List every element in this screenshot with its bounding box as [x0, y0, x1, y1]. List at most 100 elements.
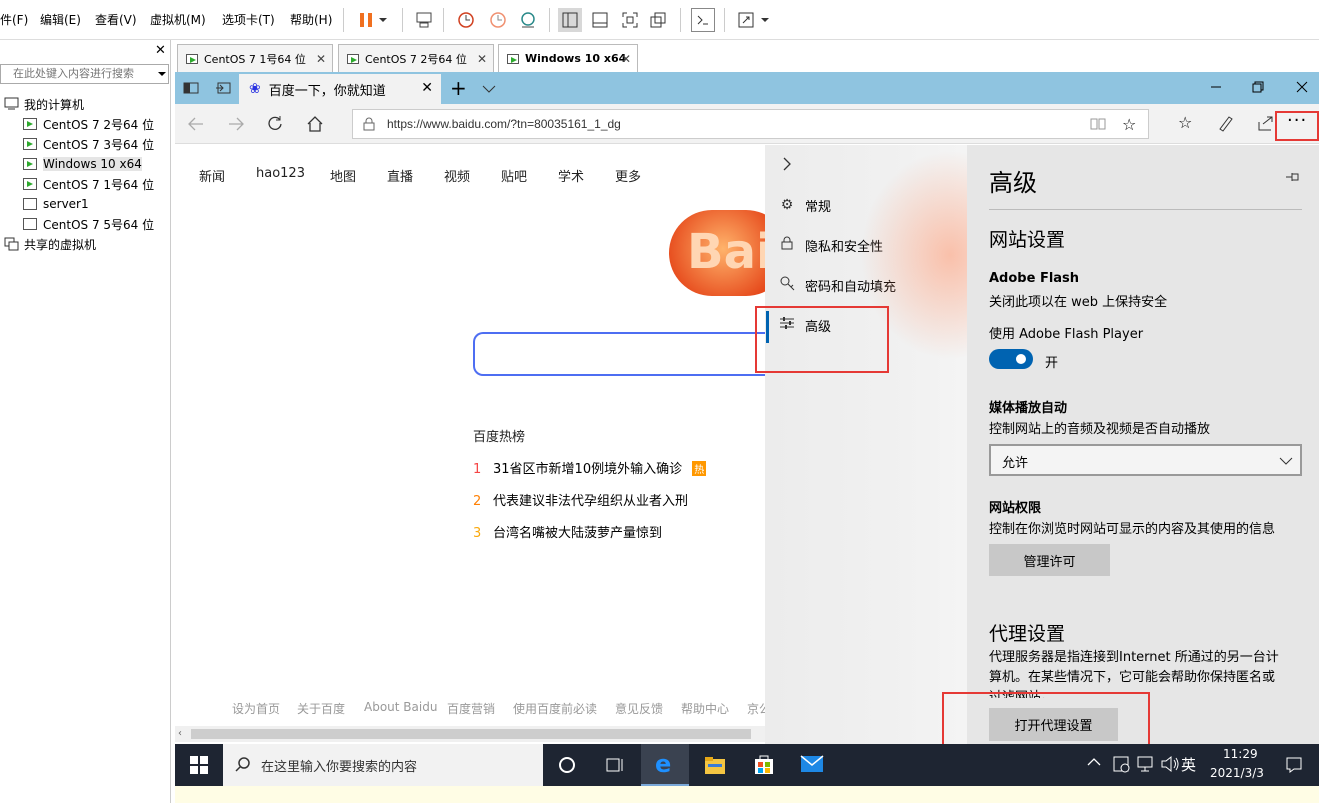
close-icon[interactable]: ✕: [621, 52, 631, 66]
mail-icon[interactable]: [800, 755, 824, 776]
footer-link[interactable]: 关于百度: [297, 700, 345, 717]
clock-time[interactable]: 11:29: [1223, 747, 1258, 761]
new-tab-icon[interactable]: +: [450, 76, 467, 100]
footer-link[interactable]: 意见反馈: [615, 700, 663, 717]
footer-link[interactable]: 设为首页: [232, 700, 280, 717]
flash-toggle[interactable]: [989, 349, 1033, 369]
back-icon[interactable]: [187, 116, 205, 135]
menu-vm[interactable]: 虚拟机(M): [150, 11, 206, 28]
chevron-down-icon[interactable]: [376, 8, 390, 32]
tab-vm[interactable]: CentOS 7 1号64 位 ✕: [177, 44, 333, 72]
library-search-input[interactable]: [13, 67, 153, 81]
snapshot-manager-icon[interactable]: [516, 8, 540, 32]
tab-baidu[interactable]: ❀ 百度一下，你就知道 ✕: [239, 74, 441, 104]
pause-icon[interactable]: [354, 8, 378, 32]
manage-permissions-button[interactable]: 管理许可: [989, 544, 1110, 576]
console-icon[interactable]: [691, 8, 715, 32]
snapshot-icon[interactable]: [454, 8, 478, 32]
menu-tabs[interactable]: 选项卡(T): [222, 11, 275, 28]
favorites-icon[interactable]: ☆: [1178, 113, 1192, 132]
baidu-search-input[interactable]: [473, 332, 793, 376]
menu-view[interactable]: 查看(V): [95, 11, 137, 28]
stretch-icon[interactable]: [734, 8, 758, 32]
fullscreen-icon[interactable]: [618, 8, 642, 32]
forward-icon[interactable]: [227, 116, 245, 135]
footer-link[interactable]: 百度营销: [447, 700, 495, 717]
send-keys-icon[interactable]: [412, 8, 436, 32]
tab-vm[interactable]: CentOS 7 2号64 位 ✕: [338, 44, 494, 72]
unity-icon[interactable]: [646, 8, 670, 32]
taskbar-search[interactable]: 在这里输入你要搜索的内容: [223, 744, 543, 786]
chevron-right-icon[interactable]: [781, 157, 793, 174]
close-icon[interactable]: ✕: [477, 52, 487, 66]
footer-link[interactable]: 使用百度前必读: [513, 700, 597, 717]
footer-link[interactable]: About Baidu: [364, 700, 437, 714]
menu-edit[interactable]: 编辑(E): [40, 11, 81, 28]
baidu-nav-link[interactable]: 学术: [558, 166, 584, 185]
taskbar-edge[interactable]: e: [641, 744, 689, 786]
refresh-icon[interactable]: [266, 115, 284, 136]
baidu-nav-link[interactable]: 新闻: [199, 166, 225, 185]
close-icon[interactable]: ✕: [155, 43, 166, 58]
hot-list-item[interactable]: 2 代表建议非法代孕组织从业者入刑: [473, 490, 688, 509]
tree-vm-item[interactable]: CentOS 7 1号64 位: [23, 174, 154, 194]
scroll-left-icon[interactable]: ‹: [178, 728, 182, 739]
chevron-down-icon[interactable]: [157, 68, 167, 82]
pin-icon[interactable]: [1285, 171, 1301, 186]
menu-help[interactable]: 帮助(H): [290, 11, 332, 28]
library-view-icon[interactable]: [558, 8, 582, 32]
baidu-nav-link[interactable]: 地图: [330, 166, 356, 185]
task-view-icon[interactable]: [606, 756, 624, 777]
tree-vm-item[interactable]: Windows 10 x64: [23, 154, 142, 174]
notification-center-tray-icon[interactable]: [1112, 755, 1130, 776]
baidu-nav-link[interactable]: 贴吧: [501, 166, 527, 185]
restore-icon[interactable]: [1252, 81, 1264, 96]
thumbnail-view-icon[interactable]: [588, 8, 612, 32]
action-center-icon[interactable]: [1285, 756, 1303, 777]
revert-snapshot-icon[interactable]: [486, 8, 510, 32]
minimize-icon[interactable]: [1210, 81, 1222, 96]
pen-icon[interactable]: [1217, 114, 1235, 135]
scrollbar-thumb[interactable]: [191, 729, 751, 739]
tree-vm-item[interactable]: CentOS 7 2号64 位: [23, 114, 154, 134]
baidu-nav-link[interactable]: 视频: [444, 166, 470, 185]
footer-link[interactable]: 帮助中心: [681, 700, 729, 717]
hot-list-item[interactable]: 3 台湾名嘴被大陆菠萝产量惊到: [473, 522, 662, 541]
address-bar[interactable]: https://www.baidu.com/?tn=80035161_1_dg …: [352, 109, 1149, 139]
file-explorer-icon[interactable]: [704, 755, 726, 778]
tab-preview-icon[interactable]: [183, 80, 199, 99]
baidu-nav-link[interactable]: 更多: [615, 166, 641, 185]
tree-vm-item[interactable]: server1: [23, 194, 89, 214]
tree-shared-vms[interactable]: 共享的虚拟机: [4, 234, 96, 254]
horizontal-scrollbar[interactable]: ‹: [175, 726, 765, 742]
settings-nav-general[interactable]: ⚙ 常规: [777, 195, 831, 215]
close-window-icon[interactable]: [1296, 81, 1308, 96]
chevron-up-icon[interactable]: [1087, 756, 1101, 770]
tree-my-computer[interactable]: 我的计算机: [4, 94, 84, 114]
volume-icon[interactable]: [1160, 755, 1180, 776]
windows-start-icon[interactable]: [190, 756, 208, 777]
home-icon[interactable]: [306, 115, 324, 136]
share-icon[interactable]: [1257, 114, 1275, 135]
network-icon[interactable]: [1136, 755, 1154, 776]
baidu-nav-link[interactable]: 直播: [387, 166, 413, 185]
tree-vm-item[interactable]: CentOS 7 3号64 位: [23, 134, 154, 154]
close-icon[interactable]: ✕: [316, 52, 326, 66]
ime-language[interactable]: 英: [1181, 754, 1196, 775]
reading-view-icon[interactable]: [1090, 117, 1106, 134]
store-icon[interactable]: [753, 753, 775, 778]
autoplay-select[interactable]: 允许: [989, 444, 1302, 476]
library-search[interactable]: [0, 64, 169, 84]
clock-date[interactable]: 2021/3/3: [1210, 766, 1264, 780]
set-aside-tabs-icon[interactable]: [215, 80, 231, 99]
chevron-down-icon[interactable]: [482, 83, 496, 97]
chevron-down-icon[interactable]: [758, 8, 772, 32]
menu-file[interactable]: 件(F): [0, 11, 28, 28]
hot-list-item[interactable]: 1 31省区市新增10例境外输入确诊 热: [473, 458, 707, 477]
cortana-icon[interactable]: [558, 756, 576, 777]
tree-vm-item[interactable]: CentOS 7 5号64 位: [23, 214, 154, 234]
close-icon[interactable]: ✕: [421, 80, 433, 96]
tab-vm-active[interactable]: Windows 10 x64 ✕: [498, 44, 638, 72]
favorite-star-icon[interactable]: ☆: [1122, 115, 1136, 134]
baidu-nav-link[interactable]: hao123: [256, 166, 305, 181]
